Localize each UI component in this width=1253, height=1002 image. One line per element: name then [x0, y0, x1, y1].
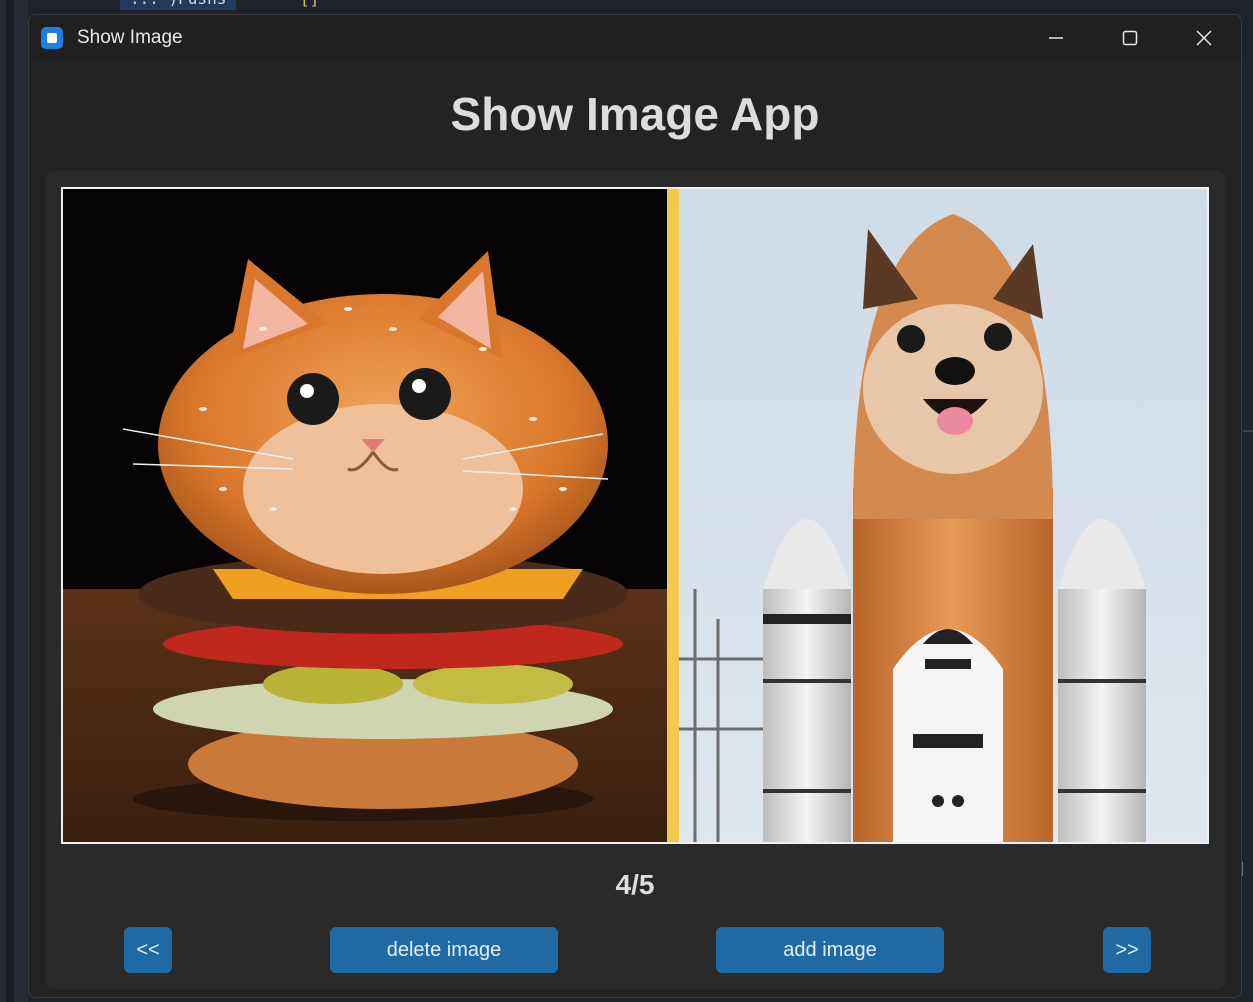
minimize-button[interactable]	[1019, 15, 1093, 61]
maximize-icon	[1122, 30, 1138, 46]
title-bar[interactable]: Show Image	[29, 15, 1241, 61]
cat-burger-image	[63, 189, 667, 842]
add-image-button[interactable]: add image	[716, 927, 944, 973]
app-icon	[41, 27, 63, 49]
show-image-window: Show Image Show Image App 4/5 << delete …	[28, 14, 1242, 998]
editor-line-marker	[1243, 430, 1253, 432]
image-divider	[667, 189, 679, 842]
editor-gutter	[0, 0, 28, 1002]
editor-scroll-strip	[6, 0, 14, 1002]
maximize-button[interactable]	[1093, 15, 1167, 61]
dog-rocket-image	[679, 189, 1207, 842]
image-canvas	[63, 189, 1207, 842]
close-button[interactable]	[1167, 15, 1241, 61]
image-display	[61, 187, 1209, 844]
app-heading: Show Image App	[450, 88, 820, 140]
minimize-icon	[1049, 37, 1063, 39]
editor-code-snippet: ... )Pushs	[120, 0, 237, 10]
editor-code-bracket: []	[300, 0, 319, 10]
close-icon	[1196, 30, 1212, 46]
editor-cursor-marker	[1242, 862, 1251, 876]
image-counter: 4/5	[615, 869, 655, 900]
delete-image-button[interactable]: delete image	[330, 927, 558, 973]
window-controls	[1019, 15, 1241, 61]
previous-button[interactable]: <<	[124, 927, 172, 973]
next-button[interactable]: >>	[1103, 927, 1151, 973]
window-title: Show Image	[77, 27, 183, 48]
image-panel: 4/5 << delete image add image >>	[45, 171, 1225, 989]
